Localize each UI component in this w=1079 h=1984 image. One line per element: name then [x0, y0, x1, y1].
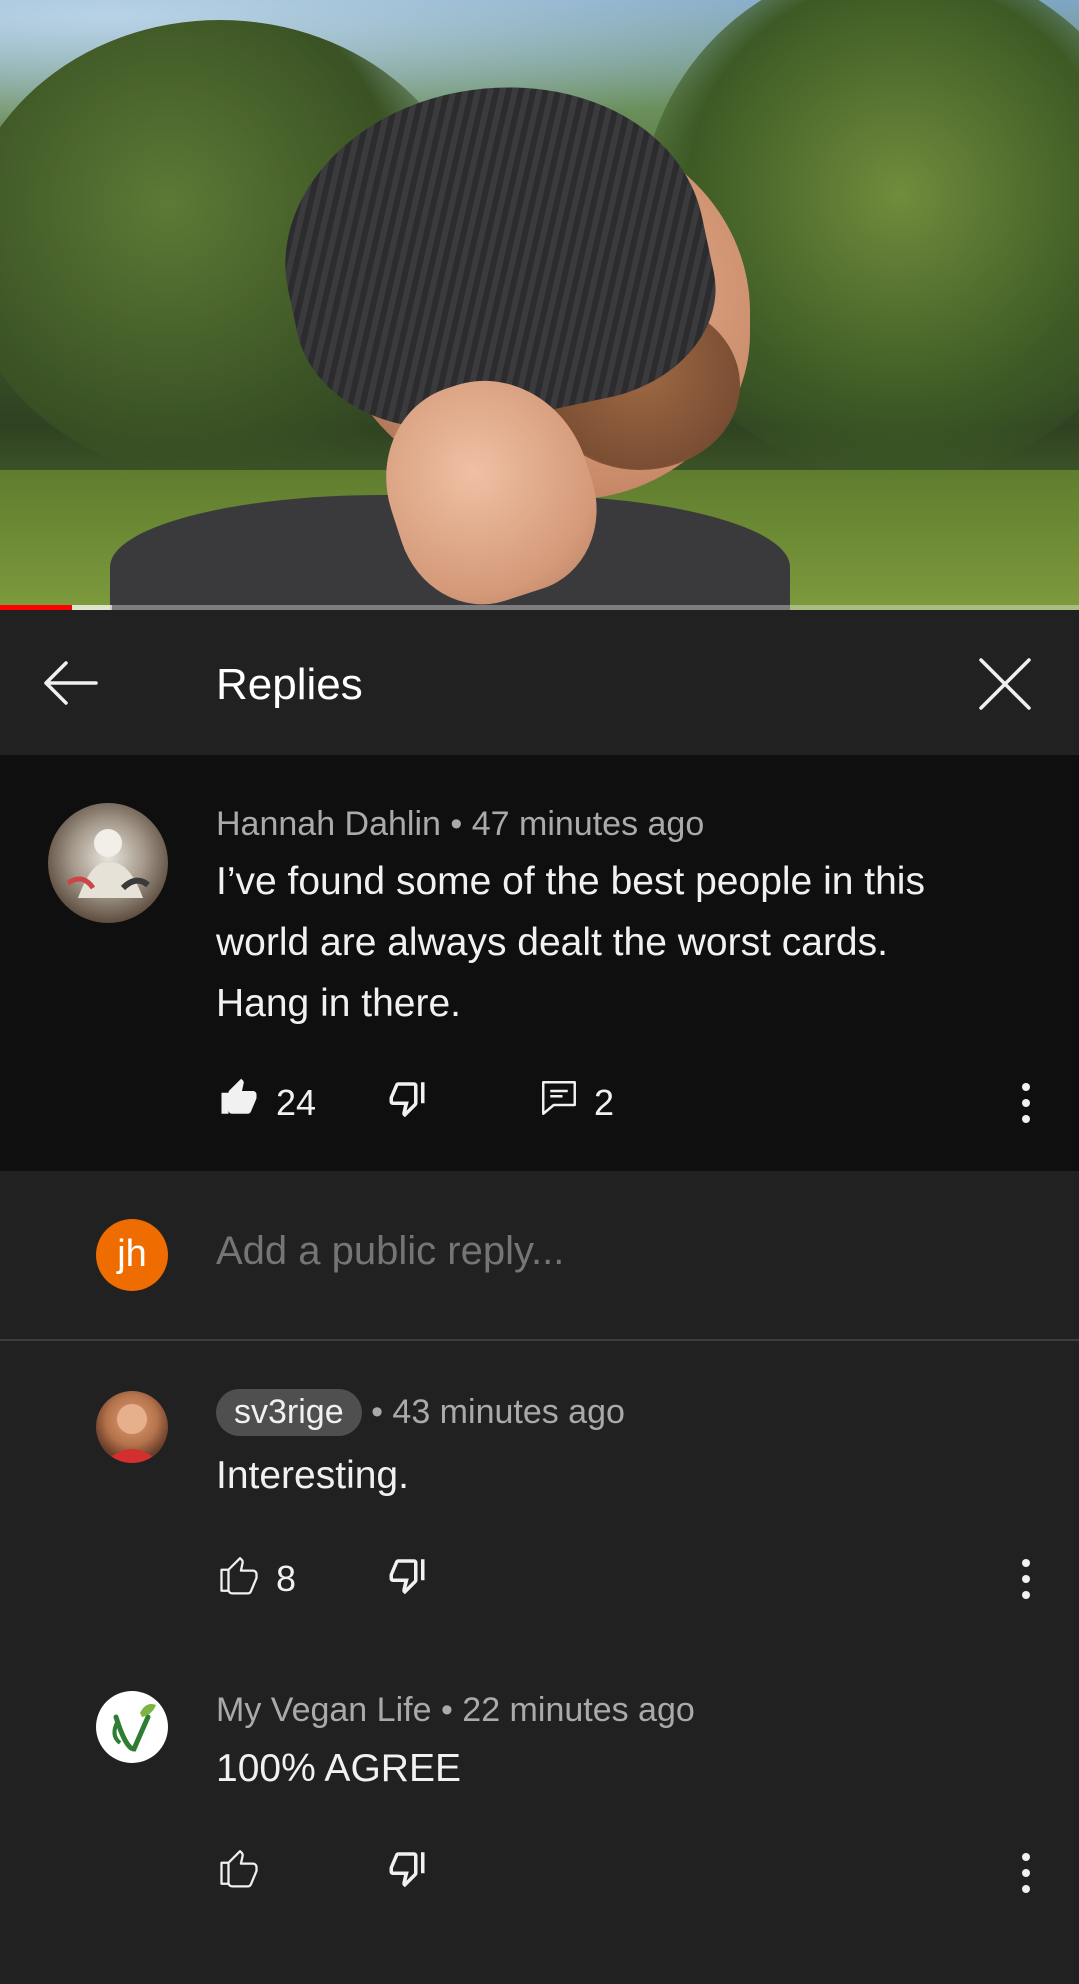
thumb-up-icon [221, 1078, 257, 1114]
reply-button[interactable] [538, 1077, 580, 1124]
meta-separator: • [450, 805, 463, 843]
more-options-button[interactable] [1016, 1849, 1036, 1899]
more-options-button[interactable] [1016, 1079, 1036, 1129]
reply-composer: jh [0, 1171, 1079, 1341]
video-player[interactable] [0, 0, 1079, 610]
author-chip[interactable]: sv3rige [216, 1389, 362, 1436]
thumb-down-icon [389, 1852, 425, 1888]
avatar[interactable] [96, 1391, 168, 1463]
like-count: 8 [276, 1558, 297, 1599]
back-button[interactable] [40, 655, 100, 711]
like-count: 24 [276, 1082, 317, 1123]
meta-separator: • [371, 1393, 383, 1431]
comment-text-line: Hang in there. [216, 982, 461, 1025]
close-button[interactable] [975, 654, 1035, 714]
like-button[interactable] [218, 1077, 260, 1124]
like-button[interactable] [218, 1847, 260, 1894]
dislike-button[interactable] [386, 1554, 428, 1601]
more-vert-icon [1022, 1559, 1030, 1599]
comment-text: I’ve found some of the best people in th… [216, 851, 925, 1034]
reply-item: sv3rige • 43 minutes ago Interesting. 8 [0, 1341, 1079, 1631]
close-icon [979, 658, 1031, 710]
person-avatar-icon [104, 1404, 160, 1463]
meta-separator: • [440, 1691, 453, 1729]
dislike-button[interactable] [386, 1077, 428, 1124]
reply-item: My Vegan Life • 22 minutes ago 100% AGRE… [0, 1641, 1079, 1941]
reply-input[interactable] [216, 1229, 1016, 1274]
thumb-up-icon [220, 1557, 258, 1595]
thumb-down-icon [389, 1082, 425, 1118]
comment-text-line: I’ve found some of the best people in th… [216, 860, 925, 903]
comment-timestamp[interactable]: 22 minutes ago [462, 1691, 695, 1729]
comment-timestamp[interactable]: 43 minutes ago [392, 1393, 625, 1431]
comment-text: Interesting. [216, 1454, 409, 1497]
comment-icon [542, 1081, 576, 1115]
replies-header: Replies [0, 610, 1079, 755]
comment-text: 100% AGREE [216, 1747, 461, 1790]
thumb-down-icon [389, 1559, 425, 1595]
avatar: jh [96, 1219, 168, 1291]
avatar[interactable] [96, 1691, 168, 1763]
comment-meta: My Vegan Life • 22 minutes ago [216, 1691, 695, 1730]
comment-meta: sv3rige • 43 minutes ago [216, 1389, 625, 1436]
comment-text-line: world are always dealt the worst cards. [216, 921, 888, 964]
thumb-up-icon [220, 1850, 258, 1888]
highlighted-comment: Hannah Dahlin • 47 minutes ago I’ve foun… [0, 755, 1079, 1171]
arrow-left-icon [44, 661, 98, 705]
more-options-button[interactable] [1016, 1555, 1036, 1605]
more-vert-icon [1022, 1853, 1030, 1893]
avatar[interactable] [48, 803, 168, 923]
page-title: Replies [216, 660, 363, 709]
comment-author[interactable]: My Vegan Life [216, 1691, 431, 1729]
like-button[interactable] [218, 1554, 260, 1601]
vegan-logo-icon [112, 1704, 156, 1752]
reply-count: 2 [594, 1082, 615, 1123]
comment-meta: Hannah Dahlin • 47 minutes ago [216, 805, 704, 844]
dislike-button[interactable] [386, 1847, 428, 1894]
comment-author[interactable]: Hannah Dahlin [216, 805, 441, 843]
more-vert-icon [1022, 1083, 1030, 1123]
sculpture-avatar-icon [66, 829, 150, 898]
comment-timestamp[interactable]: 47 minutes ago [472, 805, 705, 843]
